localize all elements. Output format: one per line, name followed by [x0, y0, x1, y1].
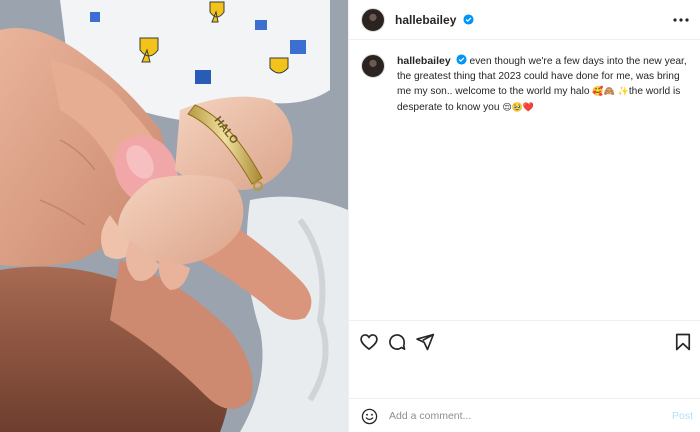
caption-avatar[interactable]: [361, 54, 385, 78]
bookmark-icon[interactable]: [673, 332, 693, 352]
avatar[interactable]: [361, 8, 385, 32]
post-sidebar: hallebailey hallebailey even though we'r…: [348, 0, 700, 432]
baby-hand-photo: HALO: [0, 0, 348, 432]
comment-bubble-icon[interactable]: [387, 332, 407, 352]
smiley-icon[interactable]: [361, 408, 378, 425]
comment-input[interactable]: [389, 407, 639, 425]
caption-emoji-2: 😌🥹❤️: [502, 103, 535, 113]
verified-badge-icon: [463, 14, 474, 25]
caption-emoji-1: 🥰🙈 ✨: [592, 87, 629, 97]
caption: hallebailey even though we're a few days…: [397, 54, 693, 116]
comment-bar: Post: [349, 398, 700, 432]
post-comment-button[interactable]: Post: [672, 410, 693, 422]
paper-plane-icon[interactable]: [415, 332, 435, 352]
post-photo[interactable]: HALO: [0, 0, 348, 432]
post-header: hallebailey: [349, 0, 700, 40]
more-horizontal-icon[interactable]: [671, 10, 691, 30]
header-username[interactable]: hallebailey: [395, 13, 456, 27]
heart-icon[interactable]: [359, 332, 379, 352]
action-bar: [349, 320, 700, 362]
verified-badge-icon: [456, 54, 467, 65]
caption-username[interactable]: hallebailey: [397, 55, 451, 67]
